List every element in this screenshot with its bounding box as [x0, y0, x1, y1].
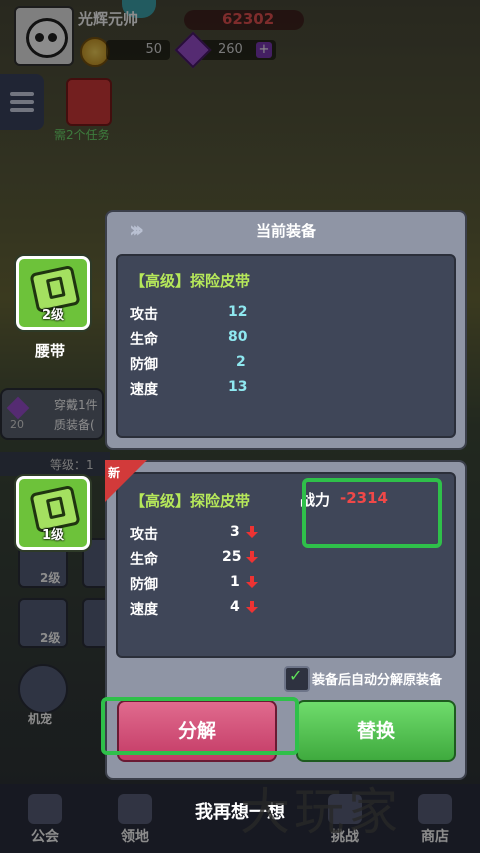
current-equipment-panel: ››› 当前装备 【高级】探险皮带 攻击 12 生命 80 防御 2 速度 13 [105, 210, 467, 450]
new-item-name: 【高级】探险皮带 [130, 492, 251, 510]
current-equip-slot[interactable]: 2级 [16, 256, 90, 330]
current-panel-title: 当前装备 [255, 222, 316, 240]
stat-label: 攻击 [130, 307, 158, 323]
stat-value: 13 [228, 379, 248, 395]
watermark: 大玩家 [240, 783, 402, 841]
highlight-box [302, 478, 442, 548]
stat-value: 1 [230, 574, 240, 590]
auto-split-checkbox[interactable]: ✓ [284, 666, 310, 692]
slot-name: 腰带 [34, 342, 65, 360]
stat-value: 12 [228, 304, 248, 320]
highlight-box [101, 697, 299, 755]
stat-label: 速度 [130, 602, 158, 618]
current-equip-level: 2级 [41, 308, 65, 323]
check-icon: ✓ [289, 666, 303, 685]
stat-value: 25 [222, 549, 242, 565]
stat-value: 3 [230, 524, 240, 540]
current-item-name: 【高级】探险皮带 [130, 272, 251, 290]
arrow-down-icon [246, 526, 258, 538]
new-equip-level: 1级 [41, 528, 65, 543]
new-badge-text: 新 [108, 466, 121, 480]
stat-value: 2 [236, 354, 246, 370]
stat-label: 生命 [130, 552, 158, 568]
arrow-down-icon [246, 551, 258, 563]
current-panel-body: 【高级】探险皮带 攻击 12 生命 80 防御 2 速度 13 [116, 254, 456, 438]
arrow-down-icon [246, 601, 258, 613]
stat-value: 4 [230, 599, 240, 615]
stat-label: 速度 [130, 382, 158, 398]
new-equip-slot[interactable]: 1级 [16, 476, 90, 550]
auto-split-label: 装备后自动分解原装备 [312, 673, 443, 688]
swap-button[interactable]: 替换 [296, 700, 456, 762]
stat-label: 防御 [130, 357, 158, 373]
stat-label: 生命 [130, 332, 158, 348]
stat-value: 80 [228, 329, 248, 345]
arrow-down-icon [246, 576, 258, 588]
stat-label: 攻击 [130, 527, 158, 543]
stat-label: 防御 [130, 577, 158, 593]
